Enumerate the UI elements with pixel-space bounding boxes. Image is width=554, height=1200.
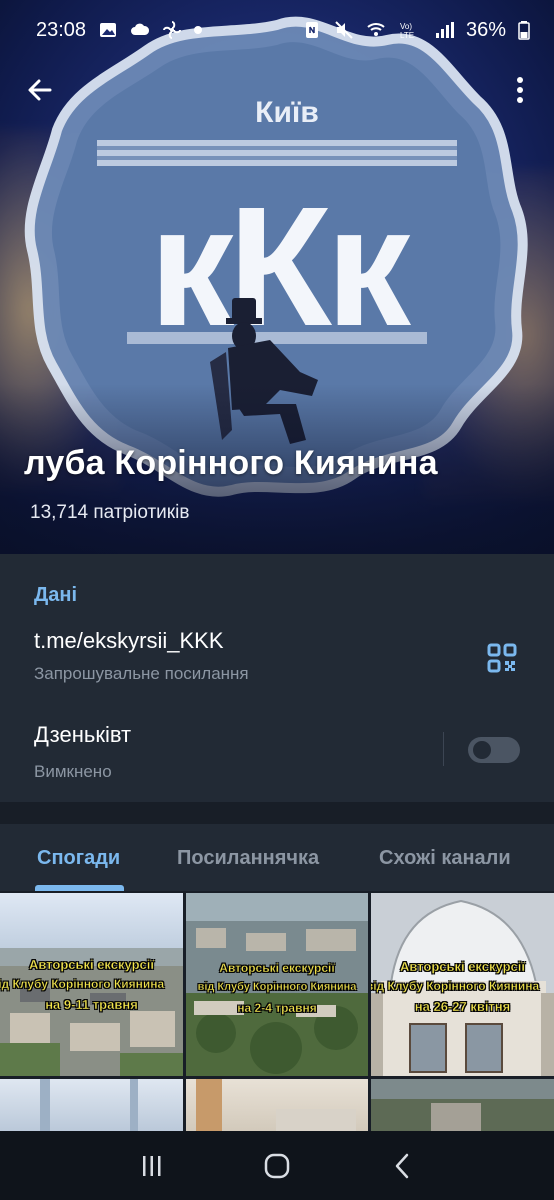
channel-header: Київ кКк 23:08 Vo) LTE 36% луба Корінног…: [0, 0, 554, 554]
thumbnail-caption-line: від Клубу Корінного Киянина: [197, 981, 357, 993]
notifications-toggle[interactable]: [468, 737, 520, 763]
status-bar: 23:08 Vo) LTE 36%: [0, 0, 554, 60]
qr-code-icon: [487, 643, 517, 673]
system-back-button[interactable]: [382, 1146, 422, 1186]
toggle-knob: [470, 738, 494, 762]
battery-icon: [518, 21, 530, 40]
divider: [443, 732, 444, 766]
logo-city-text: Київ: [255, 96, 319, 129]
tab-similar-channels[interactable]: Схожі канали: [379, 847, 511, 870]
tab-memories[interactable]: Спогади: [37, 847, 120, 870]
photo-detail: [276, 1109, 356, 1131]
invite-link[interactable]: t.me/ekskyrsii_KKK: [34, 628, 224, 654]
thumbnail-caption-line: на 26-27 квітня: [414, 999, 511, 1014]
channel-title: луба Корінного Киянина: [24, 444, 438, 482]
media-grid: Авторські екскурсії від Клубу Корінного …: [0, 891, 554, 1131]
svg-text:Vo): Vo): [400, 22, 412, 31]
recents-button[interactable]: [132, 1146, 172, 1186]
thumbnail-caption-line: Авторські екскурсії: [219, 961, 335, 975]
thumbnail-caption-line: на 9-11 травня: [45, 997, 138, 1012]
battery-percent: 36%: [465, 18, 506, 41]
volte-icon: Vo) LTE: [400, 22, 414, 40]
notifications-status: Вимкнено: [34, 762, 112, 781]
info-section-title: Дані: [34, 584, 78, 606]
photo-detail: [130, 1079, 138, 1131]
photo-detail: [196, 1079, 222, 1131]
back-button[interactable]: [20, 70, 60, 110]
signal-icon: [435, 22, 454, 38]
qr-code-button[interactable]: [486, 642, 518, 674]
logo-letters-text: кКк: [149, 172, 412, 362]
photo-detail: [431, 1103, 481, 1131]
cloud-icon: [131, 23, 150, 35]
dot-icon: [194, 26, 203, 34]
subscriber-count: 13,714 патріотиків: [30, 502, 190, 523]
section-gap: [0, 802, 554, 824]
recents-icon: [143, 1155, 161, 1176]
more-options-button[interactable]: [500, 70, 540, 110]
thumbnail-caption-line: від Клубу Корінного Киянина: [0, 977, 165, 991]
clock: 23:08: [36, 18, 87, 41]
photo-detail: [371, 1079, 554, 1099]
thumbnail-caption-line: від Клубу Корінного Киянина: [371, 979, 540, 993]
photo-detail: [40, 1079, 50, 1131]
media-thumbnail[interactable]: Авторські екскурсії від Клубу Корінного …: [186, 893, 368, 1076]
nfc-icon: [305, 22, 318, 38]
image-icon: [100, 23, 117, 37]
media-thumbnail[interactable]: [186, 1079, 368, 1131]
thumbnail-caption-line: Авторські екскурсії: [28, 957, 155, 972]
system-navigation-bar: [0, 1131, 554, 1200]
invite-link-caption: Запрошувальне посилання: [34, 664, 249, 683]
media-thumbnail[interactable]: [0, 1079, 183, 1131]
thumbnail-caption-line: на 2-4 травня: [237, 1001, 317, 1015]
home-icon: [264, 1153, 290, 1178]
fan-icon: [163, 21, 182, 39]
wifi-call-icon: [367, 23, 385, 36]
media-thumbnail[interactable]: Авторські екскурсії від Клубу Корінного …: [371, 893, 554, 1076]
tab-links[interactable]: Посиланнячка: [177, 847, 319, 870]
more-vertical-icon: [517, 77, 523, 103]
thumbnail-caption-line: Авторські екскурсії: [399, 959, 526, 974]
notifications-label: Дзеньківт: [34, 722, 132, 747]
home-button[interactable]: [257, 1146, 297, 1186]
media-tabs: Спогади Посиланнячка Схожі канали: [0, 824, 554, 891]
mute-icon: [335, 21, 353, 39]
arrow-left-icon: [28, 79, 52, 101]
svg-text:LTE: LTE: [400, 31, 414, 40]
media-thumbnail[interactable]: [371, 1079, 554, 1131]
channel-info-card: Дані t.me/ekskyrsii_KKK Запрошувальне по…: [0, 554, 554, 802]
back-chevron-icon: [395, 1153, 408, 1178]
media-thumbnail[interactable]: Авторські екскурсії від Клубу Корінного …: [0, 893, 183, 1076]
